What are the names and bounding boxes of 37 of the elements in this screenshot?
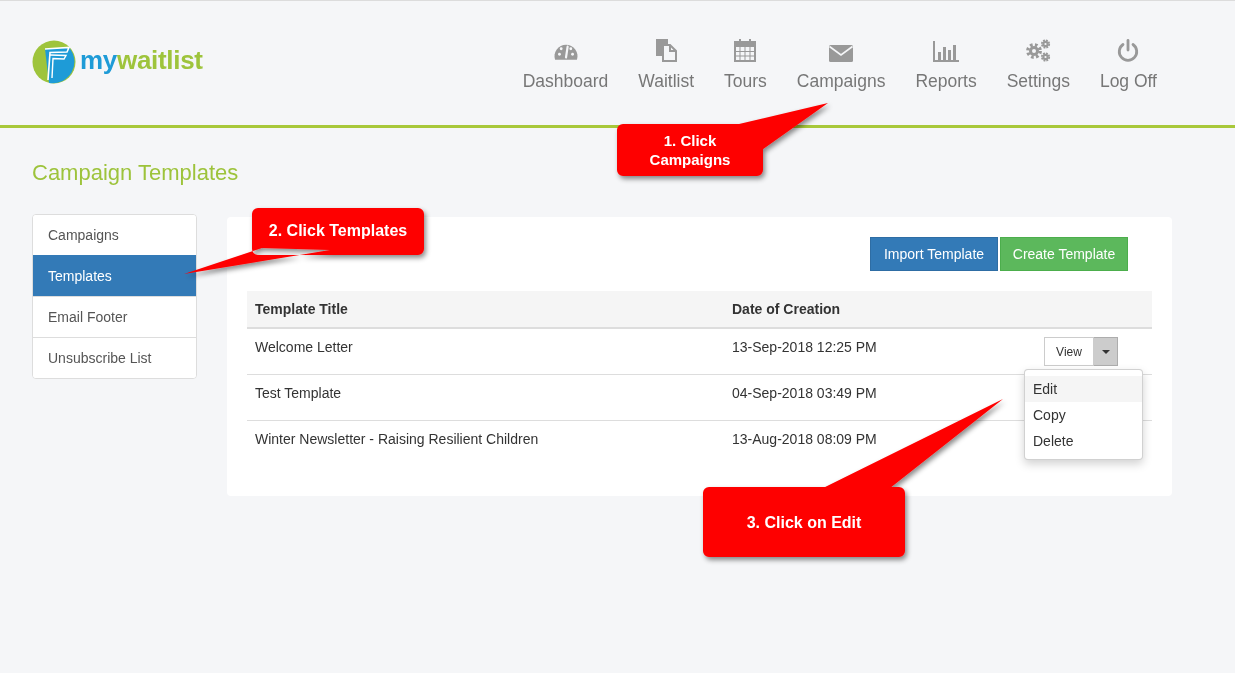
nav-item[interactable]: Dashboard — [522, 36, 609, 91]
table-cell-text: Welcome Letter — [255, 338, 353, 357]
nav-item[interactable]: Waitlist — [638, 36, 695, 91]
table-cell-text: 13-Aug-2018 08:09 PM — [732, 429, 877, 449]
menu-item[interactable]: Copy — [1025, 402, 1142, 428]
table-cell-text: Test Template — [255, 383, 342, 403]
logo-text: mywaitlist — [80, 45, 203, 75]
sidebar-item[interactable]: Unsubscribe List — [33, 337, 196, 378]
column-header: Template Title — [247, 291, 724, 328]
page-title: Campaign Templates — [32, 159, 239, 187]
table-cell-text: 13-Sep-2018 12:25 PM — [732, 338, 877, 357]
nav-item[interactable]: Log Off — [1099, 36, 1157, 91]
create-button[interactable]: Create Template — [1000, 237, 1128, 271]
sidebar-item[interactable]: Templates — [33, 255, 196, 296]
logo-icon — [32, 40, 76, 84]
envelope-icon — [829, 45, 854, 62]
nav-item[interactable]: Campaigns — [796, 36, 886, 91]
gears-icon — [1025, 39, 1052, 62]
import-button[interactable]: Import Template — [870, 237, 998, 271]
callout-text: 1. Click Campaigns — [648, 131, 732, 169]
menu-item[interactable]: Edit — [1025, 376, 1142, 402]
nav-item[interactable]: Tours — [724, 36, 767, 91]
dropdown-toggle[interactable] — [1094, 337, 1118, 366]
callout-text: 2. Click Templates — [268, 221, 408, 240]
documents-icon — [655, 39, 678, 62]
menu-item[interactable]: Delete — [1025, 428, 1142, 454]
caret-icon — [1101, 349, 1110, 354]
table-cell-text: 04-Sep-2018 03:49 PM — [732, 383, 877, 403]
nav-item[interactable]: Reports — [915, 36, 977, 91]
column-header: Date of Creation — [724, 291, 1036, 328]
callout-text: 3. Click on Edit — [746, 512, 862, 532]
table-cell-text: Winter Newsletter - Raising Resilient Children — [255, 429, 539, 449]
calendar-icon — [734, 39, 757, 62]
power-icon — [1117, 39, 1140, 62]
nav-item[interactable]: Settings — [1006, 36, 1070, 91]
view-button[interactable]: View — [1044, 337, 1094, 366]
bar-chart-icon — [933, 41, 960, 62]
